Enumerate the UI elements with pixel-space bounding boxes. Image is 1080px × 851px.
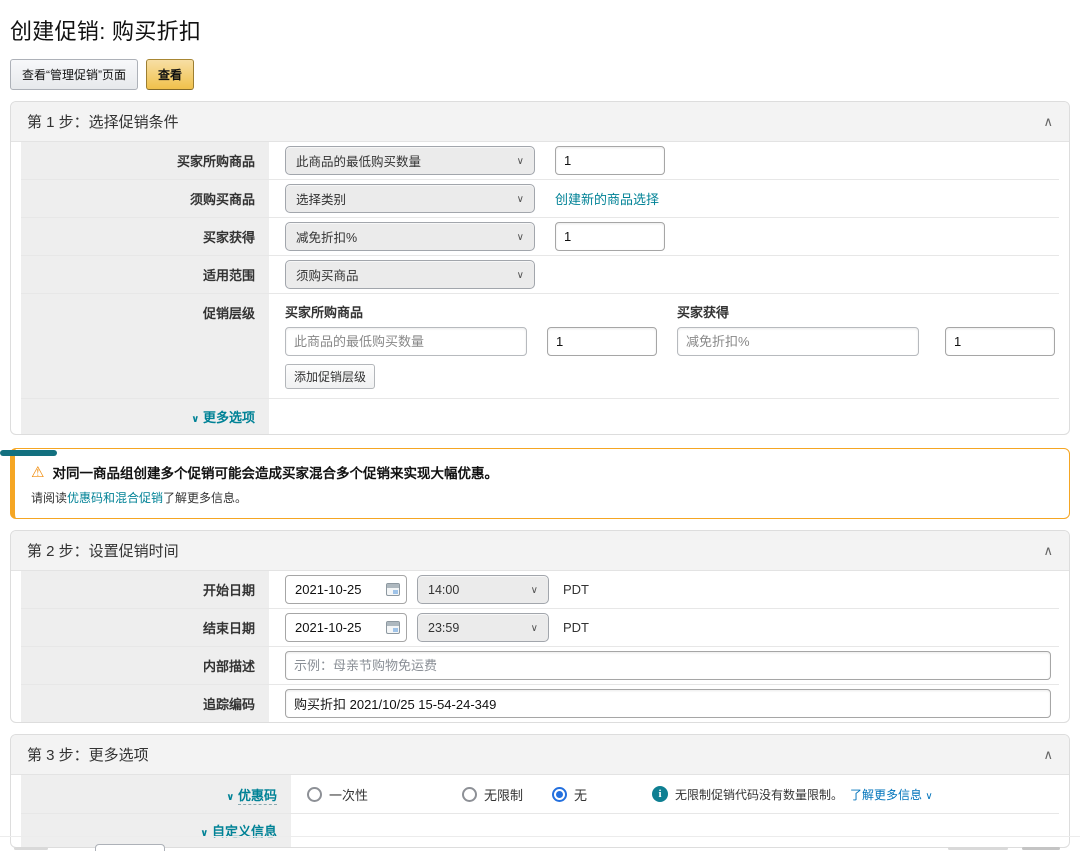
chevron-down-icon — [531, 622, 538, 634]
tier-condition-header: 买家所购商品 — [285, 302, 527, 321]
coupon-unlimited-radio[interactable]: 无限制 — [462, 785, 552, 804]
buyer-gets-percent-input[interactable] — [555, 222, 665, 251]
chevron-down-icon — [925, 788, 932, 802]
tier-condition-value-input[interactable] — [547, 327, 657, 356]
page-title: 创建促销: 购买折扣 — [10, 14, 1070, 46]
start-date-row: 开始日期 2021-10-25 14:00 PDT — [21, 571, 1059, 608]
chevron-down-icon — [517, 155, 524, 167]
internal-description-label: 内部描述 — [21, 647, 269, 684]
radio-icon — [462, 787, 477, 802]
buyer-gets-label: 买家获得 — [21, 218, 269, 255]
buyer-gets-dropdown[interactable]: 减免折扣% — [285, 222, 535, 251]
tracking-code-row: 追踪编码 — [21, 684, 1059, 722]
buyer-purchases-row: 买家所购商品 此商品的最低购买数量 — [21, 142, 1059, 179]
step2-body: 开始日期 2021-10-25 14:00 PDT 结束日期 — [11, 571, 1069, 722]
applies-to-label: 适用范围 — [21, 256, 269, 293]
coupon-one-time-radio[interactable]: 一次性 — [307, 785, 462, 804]
buyer-purchases-label: 买家所购商品 — [21, 142, 269, 179]
review-button[interactable]: 查看 — [146, 59, 194, 90]
radio-checked-icon — [552, 787, 567, 802]
footer-divider — [0, 836, 1080, 837]
info-icon — [652, 786, 668, 802]
radio-icon — [307, 787, 322, 802]
tier-condition-input[interactable] — [285, 327, 527, 356]
chevron-up-icon[interactable] — [1043, 748, 1053, 761]
purchased-items-row: 须购买商品 选择类别 创建新的商品选择 — [21, 179, 1059, 217]
step1-section: 第 1 步：选择促销条件 买家所购商品 此商品的最低购买数量 须购买商品 — [10, 101, 1070, 435]
chevron-down-icon — [517, 269, 524, 281]
tier-benefit-input[interactable] — [677, 327, 919, 356]
buyer-purchases-quantity-input[interactable] — [555, 146, 665, 175]
more-options-link[interactable]: 更多选项 — [191, 410, 255, 425]
buyer-gets-row: 买家获得 减免折扣% — [21, 217, 1059, 255]
internal-description-row: 内部描述 — [21, 646, 1059, 684]
footer-label-stub — [14, 847, 48, 850]
coupon-none-radio[interactable]: 无 — [552, 785, 652, 804]
promotion-tiers-row: 促销层级 买家所购商品 买家获得 添加促销层 — [21, 293, 1059, 398]
chevron-down-icon — [531, 584, 538, 596]
start-time-dropdown[interactable]: 14:00 — [417, 575, 549, 604]
promotion-tiers-label: 促销层级 — [21, 294, 269, 398]
coupon-code-row: 优惠码 一次性 无限制 无 — [21, 775, 1059, 813]
footer-link-stub — [1022, 847, 1060, 850]
end-timezone: PDT — [563, 620, 589, 635]
chevron-down-icon — [191, 410, 199, 425]
learn-more-link[interactable]: 了解更多信息 — [850, 786, 933, 803]
start-timezone: PDT — [563, 582, 589, 597]
custom-message-row: 自定义信息 — [21, 813, 1059, 847]
start-date-input[interactable]: 2021-10-25 — [285, 575, 407, 604]
end-date-row: 结束日期 2021-10-25 23:59 PDT — [21, 608, 1059, 646]
purchased-items-dropdown[interactable]: 选择类别 — [285, 184, 535, 213]
footer-language-select[interactable] — [95, 844, 165, 851]
end-date-label: 结束日期 — [21, 609, 269, 646]
step1-title: 第 1 步：选择促销条件 — [27, 111, 179, 132]
step2-title: 第 2 步：设置促销时间 — [27, 540, 179, 561]
chevron-down-icon — [226, 788, 234, 803]
calendar-icon — [386, 583, 400, 596]
tracking-code-input[interactable] — [285, 689, 1051, 718]
warning-body: 请阅读优惠码和混合促销了解更多信息。 — [31, 489, 1053, 506]
chevron-up-icon[interactable] — [1043, 544, 1053, 557]
start-date-label: 开始日期 — [21, 571, 269, 608]
step2-header[interactable]: 第 2 步：设置促销时间 — [11, 531, 1069, 571]
step1-header[interactable]: 第 1 步：选择促销条件 — [11, 102, 1069, 142]
calendar-icon — [386, 621, 400, 634]
coupon-code-link[interactable]: 优惠码 — [226, 788, 277, 805]
more-options-row: 更多选项 — [21, 398, 1059, 434]
step2-section: 第 2 步：设置促销时间 开始日期 2021-10-25 14:00 PDT — [10, 530, 1070, 723]
step1-body: 买家所购商品 此商品的最低购买数量 须购买商品 选择类别 创建新的商品 — [11, 142, 1069, 434]
tier-benefit-value-input[interactable] — [945, 327, 1055, 356]
create-product-selection-link[interactable]: 创建新的商品选择 — [555, 189, 659, 208]
warning-icon — [31, 463, 44, 481]
chevron-up-icon[interactable] — [1043, 115, 1053, 128]
promotion-create-page: 创建促销: 购买折扣 查看“管理促销”页面 查看 第 1 步：选择促销条件 买家… — [0, 0, 1080, 851]
warning-title: 对同一商品组创建多个促销可能会造成买家混合多个促销来实现大幅优惠。 — [52, 462, 498, 482]
step3-header[interactable]: 第 3 步：更多选项 — [11, 735, 1069, 775]
tier-benefit-header: 买家获得 — [677, 302, 729, 321]
tracking-code-label: 追踪编码 — [21, 685, 269, 722]
applies-to-dropdown[interactable]: 须购买商品 — [285, 260, 535, 289]
step3-title: 第 3 步：更多选项 — [27, 744, 149, 765]
footer-link-stub — [948, 847, 1008, 850]
applies-to-row: 适用范围 须购买商品 — [21, 255, 1059, 293]
end-time-dropdown[interactable]: 23:59 — [417, 613, 549, 642]
add-tier-button[interactable]: 添加促销层级 — [285, 364, 375, 389]
coupon-info: 无限制促销代码没有数量限制。 了解更多信息 — [652, 786, 933, 803]
top-toolbar: 查看“管理促销”页面 查看 — [10, 59, 1070, 90]
view-manage-promotions-button[interactable]: 查看“管理促销”页面 — [10, 59, 138, 90]
coupon-stacking-link[interactable]: 优惠码和混合促销 — [67, 491, 163, 505]
step3-section: 第 3 步：更多选项 优惠码 一次性 无限制 — [10, 734, 1070, 848]
purchased-items-label: 须购买商品 — [21, 180, 269, 217]
multiple-promotions-warning: 对同一商品组创建多个促销可能会造成买家混合多个促销来实现大幅优惠。 请阅读优惠码… — [10, 448, 1070, 519]
chevron-down-icon — [517, 231, 524, 243]
internal-description-input[interactable] — [285, 651, 1051, 680]
buyer-purchases-dropdown[interactable]: 此商品的最低购买数量 — [285, 146, 535, 175]
end-date-input[interactable]: 2021-10-25 — [285, 613, 407, 642]
horizontal-scrollbar-thumb[interactable] — [0, 450, 57, 456]
chevron-down-icon — [517, 193, 524, 205]
